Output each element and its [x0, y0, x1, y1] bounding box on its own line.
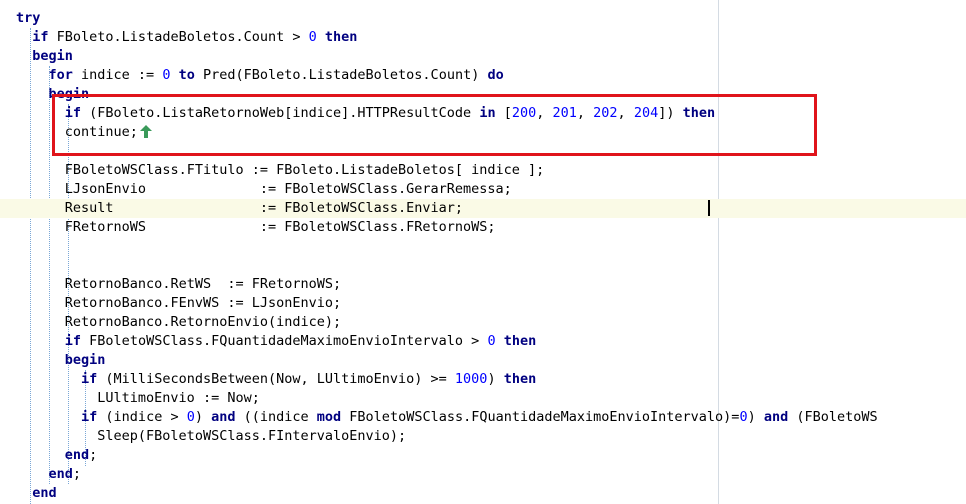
- keyword-token: if: [32, 29, 49, 45]
- keyword-token: and: [763, 409, 789, 425]
- code-token: Result := FBoletoWSClass.Enviar;: [64, 200, 464, 216]
- code-line[interactable]: if FBoletoWSClass.FQuantidadeMaximoEnvio…: [0, 332, 966, 351]
- keyword-token: if: [81, 371, 98, 387]
- code-token: (FBoletoWS: [788, 409, 878, 425]
- code-editor[interactable]: try if FBoleto.ListadeBoletos.Count > 0 …: [0, 0, 966, 504]
- code-token: Sleep(FBoletoWSClass.FIntervaloEnvio);: [97, 428, 407, 444]
- code-line[interactable]: end: [0, 484, 966, 503]
- keyword-token: then: [324, 29, 358, 45]
- code-line[interactable]: if (indice > 0) and ((indice mod FBoleto…: [0, 408, 966, 427]
- code-line[interactable]: for indice := 0 to Pred(FBoleto.ListadeB…: [0, 66, 966, 85]
- code-line[interactable]: LJsonEnvio := FBoletoWSClass.GerarRemess…: [0, 180, 966, 199]
- highlight-box: [52, 94, 817, 156]
- keyword-token: begin: [32, 48, 73, 64]
- code-token: FBoleto.ListadeBoletos.Count >: [48, 29, 309, 45]
- keyword-token: end: [32, 485, 57, 501]
- number-token: 0: [186, 409, 195, 425]
- code-token: RetornoBanco.FEnvWS := LJsonEnvio;: [64, 295, 342, 311]
- code-token: LJsonEnvio := FBoletoWSClass.GerarRemess…: [64, 181, 512, 197]
- code-line[interactable]: [0, 237, 966, 256]
- keyword-token: for: [48, 67, 73, 83]
- keyword-token: if: [81, 409, 98, 425]
- code-token: ): [747, 409, 764, 425]
- text-cursor: [708, 200, 710, 216]
- code-token: FBoletoWSClass.FQuantidadeMaximoEnvioInt…: [81, 333, 488, 349]
- number-token: 0: [739, 409, 748, 425]
- code-line[interactable]: RetornoBanco.RetWS := FRetornoWS;: [0, 275, 966, 294]
- code-line[interactable]: end;: [0, 446, 966, 465]
- number-token: 0: [487, 333, 496, 349]
- code-line[interactable]: LUltimoEnvio := Now;: [0, 389, 966, 408]
- code-line[interactable]: FBoletoWSClass.FTitulo := FBoleto.Listad…: [0, 161, 966, 180]
- code-token: FRetornoWS := FBoletoWSClass.FRetornoWS;: [64, 219, 496, 235]
- code-line[interactable]: begin: [0, 351, 966, 370]
- keyword-token: then: [503, 371, 537, 387]
- code-token: RetornoBanco.RetornoEnvio(indice);: [64, 314, 342, 330]
- code-token: FBoletoWSClass.FQuantidadeMaximoEnvioInt…: [341, 409, 740, 425]
- code-line[interactable]: RetornoBanco.RetornoEnvio(indice);: [0, 313, 966, 332]
- keyword-token: do: [487, 67, 504, 83]
- code-line[interactable]: end;: [0, 465, 966, 484]
- code-token: ;: [89, 447, 98, 463]
- keyword-token: begin: [64, 352, 106, 368]
- number-token: 0: [308, 29, 317, 45]
- code-line[interactable]: RetornoBanco.FEnvWS := LJsonEnvio;: [0, 294, 966, 313]
- code-line[interactable]: Result := FBoletoWSClass.Enviar;: [0, 199, 966, 218]
- keyword-token: end: [64, 447, 90, 463]
- code-token: RetornoBanco.RetWS := FRetornoWS;: [64, 276, 342, 292]
- keyword-token: end: [48, 466, 73, 482]
- code-line[interactable]: Sleep(FBoletoWSClass.FIntervaloEnvio);: [0, 427, 966, 446]
- code-line[interactable]: try: [0, 9, 966, 28]
- keyword-token: and: [211, 409, 236, 425]
- code-token: LUltimoEnvio := Now;: [97, 390, 260, 406]
- code-token: ;: [72, 466, 82, 482]
- number-token: 1000: [454, 371, 488, 387]
- code-token: (MilliSecondsBetween(Now, LUltimoEnvio) …: [97, 371, 455, 387]
- code-token: ): [487, 371, 504, 387]
- keyword-token: try: [16, 10, 41, 26]
- code-line[interactable]: FRetornoWS := FBoletoWSClass.FRetornoWS;: [0, 218, 966, 237]
- code-token: Pred(FBoleto.ListadeBoletos.Count): [194, 67, 488, 83]
- code-token: ): [194, 409, 212, 425]
- keyword-token: if: [64, 333, 82, 349]
- code-token: indice :=: [72, 67, 163, 83]
- keyword-token: then: [503, 333, 537, 349]
- code-line[interactable]: [0, 256, 966, 275]
- code-line[interactable]: begin: [0, 47, 966, 66]
- code-token: ((indice: [235, 409, 317, 425]
- code-line[interactable]: if FBoleto.ListadeBoletos.Count > 0 then: [0, 28, 966, 47]
- code-line[interactable]: if (MilliSecondsBetween(Now, LUltimoEnvi…: [0, 370, 966, 389]
- code-token: (indice >: [97, 409, 187, 425]
- keyword-token: to: [178, 67, 195, 83]
- keyword-token: mod: [316, 409, 342, 425]
- code-token: FBoletoWSClass.FTitulo := FBoleto.Listad…: [64, 162, 545, 178]
